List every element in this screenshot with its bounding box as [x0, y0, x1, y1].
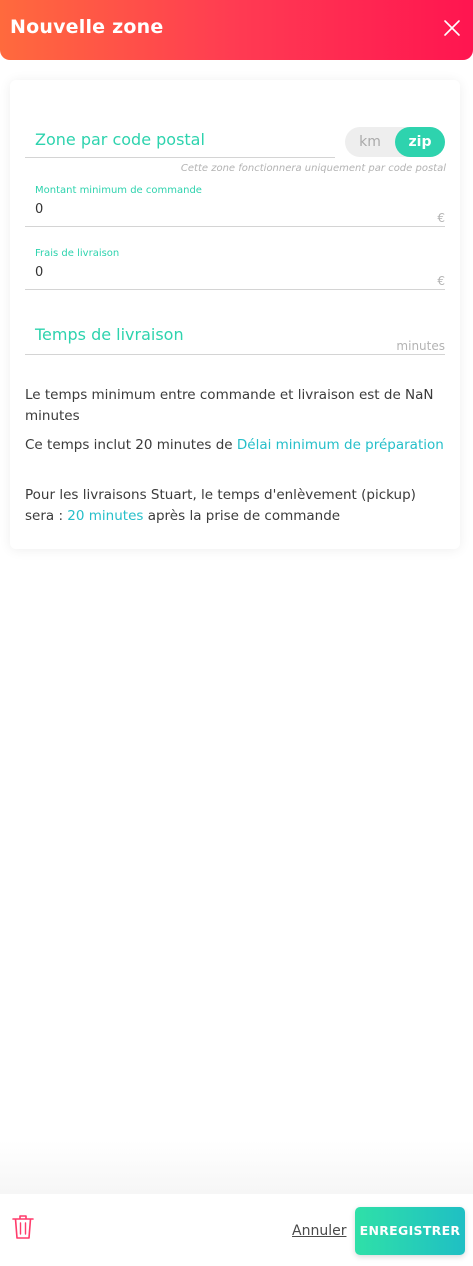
prep-time-link[interactable]: Délai minimum de préparation: [237, 437, 444, 453]
zone-type-toggle[interactable]: km zip: [345, 127, 445, 157]
trash-icon[interactable]: [12, 1214, 34, 1240]
delivery-fee-value[interactable]: 0: [35, 265, 43, 280]
delivery-time-unit: minutes: [396, 339, 445, 353]
header-bar: Nouvelle zone: [0, 0, 473, 60]
page-title: Nouvelle zone: [10, 16, 164, 38]
delivery-fee-field[interactable]: Frais de livraison 0 €: [25, 248, 445, 290]
prep-time-info: Ce temps inclut 20 minutes de Délai mini…: [25, 435, 445, 456]
min-order-unit: €: [437, 211, 445, 225]
delivery-time-field[interactable]: Temps de livraison minutes: [25, 325, 445, 355]
save-button[interactable]: ENREGISTRER: [355, 1207, 465, 1255]
delivery-fee-label: Frais de livraison: [35, 248, 120, 259]
min-order-value[interactable]: 0: [35, 202, 43, 217]
close-icon[interactable]: [443, 19, 461, 37]
stuart-pickup-info: Pour les livraisons Stuart, le temps d'e…: [25, 485, 445, 527]
min-order-field[interactable]: Montant minimum de commande 0 €: [25, 185, 445, 227]
prep-time-info-text: Ce temps inclut 20 minutes de: [25, 437, 237, 453]
min-time-info: Le temps minimum entre commande et livra…: [25, 387, 434, 424]
toggle-option-zip[interactable]: zip: [395, 127, 445, 157]
stuart-pickup-suffix: après la prise de commande: [143, 508, 341, 524]
delivery-time-label: Temps de livraison: [35, 325, 184, 344]
stuart-pickup-link[interactable]: 20 minutes: [67, 508, 143, 524]
cancel-button[interactable]: Annuler: [292, 1223, 346, 1239]
zone-form-card: Zone par code postal km zip Cette zone f…: [10, 80, 460, 549]
delivery-fee-unit: €: [437, 274, 445, 288]
toggle-option-km[interactable]: km: [345, 127, 395, 157]
zone-hint-text: Cette zone fonctionnera uniquement par c…: [180, 163, 446, 174]
zone-name-field[interactable]: Zone par code postal: [25, 128, 335, 158]
min-order-label: Montant minimum de commande: [35, 185, 202, 196]
zone-name-value: Zone par code postal: [35, 130, 205, 149]
footer-bar: Annuler ENREGISTRER: [0, 1194, 473, 1266]
footer-shadow: [0, 1140, 473, 1194]
